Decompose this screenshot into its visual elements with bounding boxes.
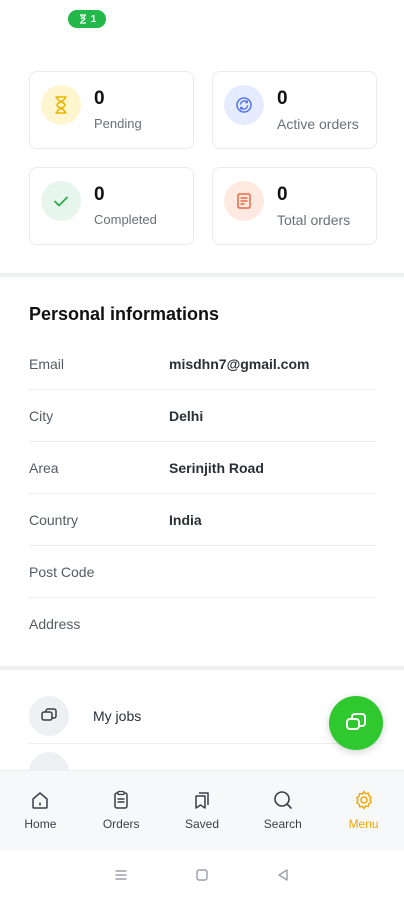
nav-label: Search bbox=[263, 817, 302, 831]
info-row-post-code: Post Code bbox=[29, 546, 376, 598]
stat-value: 0 bbox=[277, 184, 288, 205]
bookmark-stack-icon bbox=[195, 792, 209, 809]
nav-orders[interactable]: Orders bbox=[86, 789, 156, 850]
back-icon[interactable] bbox=[275, 867, 291, 883]
stat-card-active-orders[interactable]: 0 Active orders bbox=[212, 71, 377, 149]
section-divider bbox=[0, 666, 404, 670]
nav-saved[interactable]: Saved bbox=[167, 789, 237, 850]
info-row-area: Area Serinjith Road bbox=[29, 442, 376, 494]
badge-count: 1 bbox=[90, 13, 97, 25]
nav-label: Orders bbox=[102, 817, 140, 831]
stat-label: Active orders bbox=[277, 116, 359, 132]
info-key: Email bbox=[29, 355, 65, 372]
search-icon bbox=[273, 791, 292, 809]
stat-label: Pending bbox=[94, 116, 142, 131]
nav-label: Menu bbox=[348, 817, 379, 831]
info-key: Address bbox=[29, 616, 81, 632]
nav-home[interactable]: Home bbox=[5, 789, 75, 850]
chat-fab-button[interactable] bbox=[329, 696, 383, 750]
home-button-icon[interactable] bbox=[194, 867, 210, 883]
info-key: Country bbox=[29, 511, 79, 528]
menu-item-my-jobs[interactable]: My jobs bbox=[29, 688, 376, 744]
clipboard-icon bbox=[114, 790, 128, 809]
nav-search[interactable]: Search bbox=[248, 789, 318, 850]
info-key: Area bbox=[29, 459, 59, 476]
hourglass-icon bbox=[41, 85, 81, 125]
personal-info-list: Email misdhn7@gmail.com City Delhi Area … bbox=[29, 338, 376, 650]
info-row-country: Country India bbox=[29, 494, 376, 546]
hourglass-small-icon bbox=[79, 14, 86, 24]
nav-label: Home bbox=[24, 817, 57, 831]
home-icon bbox=[32, 792, 49, 809]
info-row-address: Address bbox=[29, 598, 376, 650]
info-value: Serinjith Road bbox=[169, 459, 264, 476]
info-value: India bbox=[169, 511, 202, 528]
stat-card-completed[interactable]: 0 Completed bbox=[29, 167, 194, 245]
info-key: City bbox=[29, 407, 54, 424]
gear-icon bbox=[355, 790, 372, 810]
info-row-email: Email misdhn7@gmail.com bbox=[29, 338, 376, 390]
nav-label: Saved bbox=[184, 817, 219, 831]
recent-apps-icon[interactable] bbox=[113, 867, 129, 883]
personal-info-title: Personal informations bbox=[29, 304, 220, 324]
nav-menu[interactable]: Menu bbox=[329, 789, 399, 850]
stat-card-total-orders[interactable]: 0 Total orders bbox=[212, 167, 377, 245]
chat-bubbles-icon bbox=[346, 713, 366, 730]
stat-label: Completed bbox=[94, 212, 157, 227]
check-icon bbox=[41, 181, 81, 221]
order-stats: 0 Pending 0 Active orders 0 Completed 0 … bbox=[29, 71, 377, 245]
notification-badge: 1 bbox=[68, 10, 106, 28]
info-value: misdhn7@gmail.com bbox=[169, 355, 310, 372]
stat-label: Total orders bbox=[277, 212, 351, 228]
info-row-city: City Delhi bbox=[29, 390, 376, 442]
system-nav-bar bbox=[0, 850, 404, 900]
info-key: Post Code bbox=[29, 563, 95, 580]
stat-value: 0 bbox=[94, 184, 105, 205]
refresh-icon bbox=[224, 85, 264, 125]
chat-bubbles-icon bbox=[29, 695, 69, 736]
stat-value: 0 bbox=[277, 88, 288, 109]
stat-value: 0 bbox=[94, 88, 105, 109]
menu-item-label: My jobs bbox=[93, 707, 142, 724]
stat-card-pending[interactable]: 0 Pending bbox=[29, 71, 194, 149]
bottom-nav: Home Orders Saved Search Menu bbox=[0, 770, 404, 850]
section-divider bbox=[0, 273, 404, 277]
receipt-icon bbox=[224, 181, 264, 221]
info-value: Delhi bbox=[169, 407, 204, 424]
